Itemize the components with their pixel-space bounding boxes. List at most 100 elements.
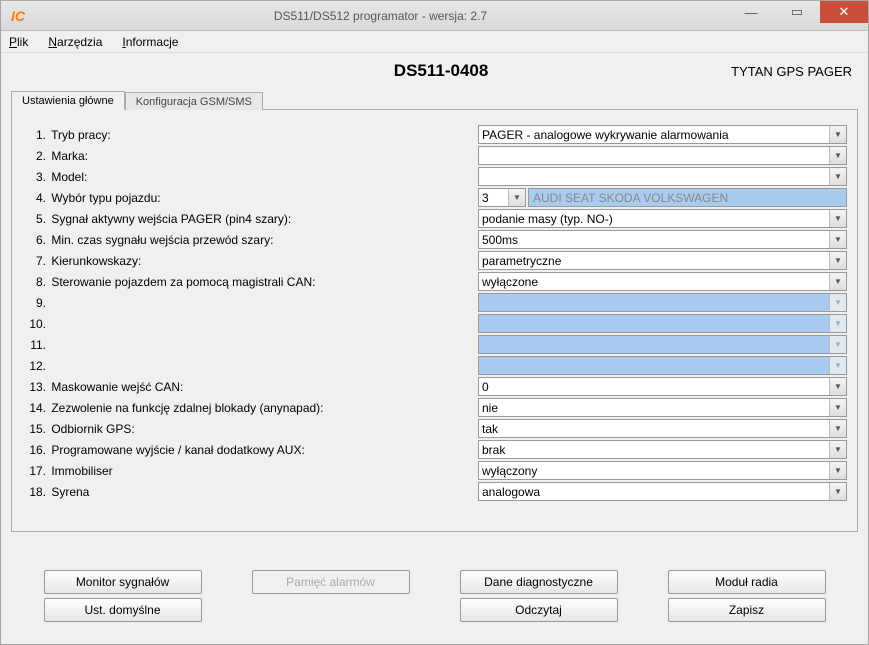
setting-control: ▼ — [478, 314, 847, 333]
minimize-button[interactable]: — — [728, 1, 774, 23]
setting-row-15: 15. Odbiornik GPS:tak▼ — [22, 418, 847, 439]
setting-control: wyłączone▼ — [478, 272, 847, 291]
setting-row-8: 8. Sterowanie pojazdem za pomocą magistr… — [22, 271, 847, 292]
modul-radia-button[interactable]: Moduł radia — [668, 570, 826, 594]
chevron-down-icon: ▼ — [829, 441, 846, 458]
setting-control: ▼ — [478, 167, 847, 186]
chevron-down-icon: ▼ — [829, 168, 846, 185]
ust-domyslne-button[interactable]: Ust. domyślne — [44, 598, 202, 622]
setting-label: 2. Marka: — [22, 149, 478, 163]
setting-combo-7[interactable]: parametryczne▼ — [478, 251, 847, 270]
setting-label: 13. Maskowanie wejść CAN: — [22, 380, 478, 394]
setting-row-3: 3. Model: ▼ — [22, 166, 847, 187]
setting-combo-5[interactable]: podanie masy (typ. NO-)▼ — [478, 209, 847, 228]
setting-label: 15. Odbiornik GPS: — [22, 422, 478, 436]
setting-row-7: 7. Kierunkowskazy:parametryczne▼ — [22, 250, 847, 271]
setting-combo-16[interactable]: brak▼ — [478, 440, 847, 459]
setting-combo-13[interactable]: 0▼ — [478, 377, 847, 396]
tab-strip: Ustawienia główne Konfiguracja GSM/SMS — [11, 87, 858, 109]
setting-control: podanie masy (typ. NO-)▼ — [478, 209, 847, 228]
setting-row-1: 1. Tryb pracy:PAGER - analogowe wykrywan… — [22, 124, 847, 145]
setting-label: 6. Min. czas sygnału wejścia przewód sza… — [22, 233, 478, 247]
setting-control: 3▼AUDI SEAT SKODA VOLKSWAGEN — [478, 188, 847, 207]
setting-row-5: 5. Sygnał aktywny wejścia PAGER (pin4 sz… — [22, 208, 847, 229]
setting-row-4: 4. Wybór typu pojazdu:3▼AUDI SEAT SKODA … — [22, 187, 847, 208]
main-area: DS511-0408 TYTAN GPS PAGER Ustawienia gł… — [1, 53, 868, 644]
app-window: IC DS511/DS512 programator - wersja: 2.7… — [0, 0, 869, 645]
setting-combo-12: ▼ — [478, 356, 847, 375]
setting-row-9: 9. ▼ — [22, 292, 847, 313]
chevron-down-icon: ▼ — [829, 231, 846, 248]
chevron-down-icon: ▼ — [829, 252, 846, 269]
setting-control: ▼ — [478, 146, 847, 165]
setting-combo-14[interactable]: nie▼ — [478, 398, 847, 417]
setting-control: analogowa▼ — [478, 482, 847, 501]
setting-label: 16. Programowane wyjście / kanał dodatko… — [22, 443, 478, 457]
setting-row-2: 2. Marka: ▼ — [22, 145, 847, 166]
setting-combo-8[interactable]: wyłączone▼ — [478, 272, 847, 291]
setting-combo-15[interactable]: tak▼ — [478, 419, 847, 438]
setting-control: 500ms▼ — [478, 230, 847, 249]
window-title: DS511/DS512 programator - wersja: 2.7 — [33, 9, 728, 23]
setting-row-6: 6. Min. czas sygnału wejścia przewód sza… — [22, 229, 847, 250]
setting-control: tak▼ — [478, 419, 847, 438]
setting-combo-10: ▼ — [478, 314, 847, 333]
vehicle-type-combo[interactable]: 3▼ — [478, 188, 526, 207]
setting-row-14: 14. Zezwolenie na funkcję zdalnej blokad… — [22, 397, 847, 418]
setting-combo-18[interactable]: analogowa▼ — [478, 482, 847, 501]
setting-label: 7. Kierunkowskazy: — [22, 254, 478, 268]
chevron-down-icon: ▼ — [829, 210, 846, 227]
setting-combo-1[interactable]: PAGER - analogowe wykrywanie alarmowania… — [478, 125, 847, 144]
menubar: Plik Narzędzia Informacje — [1, 31, 868, 53]
chevron-down-icon: ▼ — [829, 315, 846, 332]
titlebar: IC DS511/DS512 programator - wersja: 2.7… — [1, 1, 868, 31]
pamiec-alarmow-button[interactable]: Pamięć alarmów — [252, 570, 410, 594]
chevron-down-icon: ▼ — [829, 294, 846, 311]
menu-narzedzia[interactable]: Narzędzia — [48, 35, 102, 49]
maximize-button[interactable]: ▭ — [774, 1, 820, 23]
tab-ustawienia-glowne[interactable]: Ustawienia główne — [11, 91, 125, 110]
chevron-down-icon: ▼ — [829, 378, 846, 395]
setting-control: wyłączony▼ — [478, 461, 847, 480]
setting-label: 10. — [22, 317, 478, 331]
setting-combo-17[interactable]: wyłączony▼ — [478, 461, 847, 480]
chevron-down-icon: ▼ — [829, 273, 846, 290]
setting-combo-6[interactable]: 500ms▼ — [478, 230, 847, 249]
monitor-sygnalow-button[interactable]: Monitor sygnałów — [44, 570, 202, 594]
button-area: Monitor sygnałów Pamięć alarmów Dane dia… — [11, 532, 858, 634]
menu-informacje[interactable]: Informacje — [122, 35, 178, 49]
product-name: TYTAN GPS PAGER — [731, 64, 852, 79]
chevron-down-icon: ▼ — [829, 147, 846, 164]
setting-control: parametryczne▼ — [478, 251, 847, 270]
zapisz-button[interactable]: Zapisz — [668, 598, 826, 622]
setting-control: nie▼ — [478, 398, 847, 417]
setting-control: 0▼ — [478, 377, 847, 396]
setting-control: ▼ — [478, 293, 847, 312]
setting-control: brak▼ — [478, 440, 847, 459]
chevron-down-icon: ▼ — [829, 357, 846, 374]
chevron-down-icon: ▼ — [829, 336, 846, 353]
menu-plik[interactable]: Plik — [9, 35, 28, 49]
setting-row-10: 10. ▼ — [22, 313, 847, 334]
setting-combo-2[interactable]: ▼ — [478, 146, 847, 165]
header-row: DS511-0408 TYTAN GPS PAGER — [11, 57, 858, 85]
tab-konfiguracja-gsm-sms[interactable]: Konfiguracja GSM/SMS — [125, 92, 263, 110]
setting-label: 1. Tryb pracy: — [22, 128, 478, 142]
setting-row-17: 17. Immobiliserwyłączony▼ — [22, 460, 847, 481]
setting-combo-3[interactable]: ▼ — [478, 167, 847, 186]
app-icon: IC — [9, 7, 27, 25]
setting-label: 14. Zezwolenie na funkcję zdalnej blokad… — [22, 401, 478, 415]
setting-control: PAGER - analogowe wykrywanie alarmowania… — [478, 125, 847, 144]
setting-control: ▼ — [478, 356, 847, 375]
odczytaj-button[interactable]: Odczytaj — [460, 598, 618, 622]
chevron-down-icon: ▼ — [829, 462, 846, 479]
setting-row-11: 11. ▼ — [22, 334, 847, 355]
setting-label: 8. Sterowanie pojazdem za pomocą magistr… — [22, 275, 478, 289]
dane-diagnostyczne-button[interactable]: Dane diagnostyczne — [460, 570, 618, 594]
setting-row-16: 16. Programowane wyjście / kanał dodatko… — [22, 439, 847, 460]
setting-control: ▼ — [478, 335, 847, 354]
setting-combo-9: ▼ — [478, 293, 847, 312]
setting-label: 3. Model: — [22, 170, 478, 184]
close-button[interactable]: ✕ — [820, 1, 868, 23]
chevron-down-icon: ▼ — [508, 189, 525, 206]
